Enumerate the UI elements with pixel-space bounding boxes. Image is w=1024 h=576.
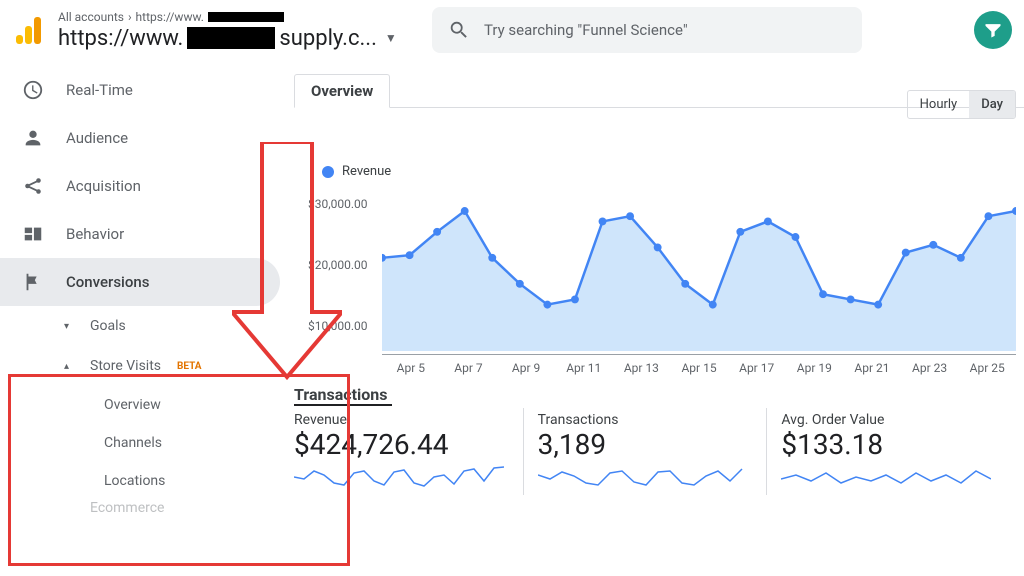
- person-icon: [22, 127, 44, 149]
- tab-label: Overview: [311, 82, 373, 100]
- chart-legend: Revenue: [322, 164, 1024, 179]
- xtick: Apr 13: [613, 361, 671, 375]
- sidebar-item-label: Real-Time: [66, 81, 133, 99]
- sidebar-sub-channels[interactable]: Channels: [0, 424, 288, 462]
- ytick: $10,000.00: [308, 319, 367, 333]
- share-icon: [22, 175, 44, 197]
- metric-label: Avg. Order Value: [781, 412, 998, 428]
- beta-badge: BETA: [177, 361, 202, 372]
- metric-avg-order[interactable]: Avg. Order Value $133.18: [781, 408, 1010, 495]
- account-prefix: https://www.: [58, 26, 183, 51]
- search-placeholder: Try searching "Funnel Science": [484, 21, 688, 39]
- sidebar-sub-ecommerce[interactable]: Ecommerce: [0, 500, 288, 516]
- sidebar-item-label: Locations: [104, 473, 165, 489]
- metric-value: $133.18: [781, 428, 998, 461]
- legend-dot-icon: [322, 166, 334, 178]
- analytics-logo: [16, 16, 44, 44]
- xtick: Apr 17: [728, 361, 786, 375]
- flag-icon: [22, 271, 44, 293]
- toggle-label: Day: [981, 97, 1003, 112]
- redacted-text: [187, 27, 275, 49]
- sparkline: [538, 461, 748, 491]
- clock-icon: [22, 79, 44, 101]
- xtick: Apr 5: [382, 361, 440, 375]
- chevron-down-icon: ▼: [385, 31, 397, 45]
- toggle-day[interactable]: Day: [969, 91, 1015, 118]
- redacted-text: [208, 12, 284, 22]
- breadcrumb: All accounts › https://www.: [58, 10, 408, 24]
- search-icon: [448, 19, 470, 41]
- sidebar-item-label: Goals: [90, 318, 126, 334]
- sidebar-item-conversions[interactable]: Conversions: [0, 258, 280, 306]
- metric-transactions[interactable]: Transactions 3,189: [538, 408, 768, 495]
- sidebar-item-acquisition[interactable]: Acquisition: [0, 162, 280, 210]
- xtick: Apr 7: [440, 361, 498, 375]
- sidebar: Real-Time Audience Acquisition Behavior …: [0, 60, 288, 576]
- sidebar-sub-overview[interactable]: Overview: [0, 386, 288, 424]
- legend-label: Revenue: [342, 164, 391, 179]
- sidebar-item-label: Ecommerce: [90, 500, 164, 516]
- metric-value: $424,726.44: [294, 428, 511, 461]
- caret-up-icon: ▴: [64, 361, 76, 372]
- ytick: $20,000.00: [308, 258, 367, 272]
- caret-down-icon: ▾: [64, 321, 76, 332]
- sidebar-item-label: Conversions: [66, 273, 149, 291]
- sidebar-item-label: Overview: [104, 397, 161, 413]
- sparkline: [781, 461, 991, 491]
- breadcrumb-prefix: All accounts: [58, 10, 124, 24]
- toggle-label: Hourly: [920, 97, 958, 112]
- chart-svg: [382, 185, 1016, 351]
- ytick: $30,000.00: [308, 197, 367, 211]
- sidebar-item-label: Audience: [66, 129, 128, 147]
- xtick: Apr 19: [785, 361, 843, 375]
- dashboard-icon: [22, 223, 44, 245]
- main-content: Overview Hourly Day Revenue $30,000.00 $…: [288, 60, 1024, 576]
- metric-revenue[interactable]: Revenue $424,726.44: [294, 408, 524, 495]
- revenue-chart[interactable]: $30,000.00 $20,000.00 $10,000.00 Apr 5Ap…: [304, 185, 1016, 375]
- account-title[interactable]: https://www. supply.c... ▼: [58, 26, 408, 51]
- metrics-row: Revenue $424,726.44 Transactions 3,189 A…: [294, 408, 1024, 495]
- sidebar-item-realtime[interactable]: Real-Time: [0, 66, 280, 114]
- metric-label: Transactions: [538, 412, 755, 428]
- breadcrumb-domain-prefix: https://www.: [136, 10, 204, 24]
- sidebar-item-label: Acquisition: [66, 177, 141, 195]
- sidebar-item-audience[interactable]: Audience: [0, 114, 280, 162]
- xtick: Apr 9: [497, 361, 555, 375]
- xtick: Apr 25: [958, 361, 1016, 375]
- header: All accounts › https://www. https://www.…: [0, 0, 1024, 60]
- section-title: Transactions: [294, 385, 392, 406]
- sidebar-item-label: Channels: [104, 435, 162, 451]
- sparkline: [294, 461, 504, 491]
- tab-overview[interactable]: Overview: [294, 74, 390, 108]
- xtick: Apr 15: [670, 361, 728, 375]
- account-selector[interactable]: All accounts › https://www. https://www.…: [58, 10, 408, 51]
- sidebar-item-label: Store Visits: [90, 358, 161, 374]
- sidebar-sub-goals[interactable]: ▾ Goals: [0, 306, 288, 346]
- xaxis-labels: Apr 5Apr 7Apr 9Apr 11Apr 13Apr 15Apr 17A…: [382, 361, 1016, 375]
- metric-value: 3,189: [538, 428, 755, 461]
- xtick: Apr 21: [843, 361, 901, 375]
- filter-icon: [983, 20, 1003, 40]
- user-avatar[interactable]: [974, 11, 1012, 49]
- metric-label: Revenue: [294, 412, 511, 428]
- sidebar-item-behavior[interactable]: Behavior: [0, 210, 280, 258]
- breadcrumb-sep: ›: [128, 10, 132, 24]
- sidebar-item-label: Behavior: [66, 225, 124, 243]
- sidebar-sub-locations[interactable]: Locations: [0, 462, 288, 500]
- sidebar-sub-store-visits[interactable]: ▴ Store Visits BETA: [0, 346, 288, 386]
- toggle-hourly[interactable]: Hourly: [908, 91, 970, 118]
- xtick: Apr 11: [555, 361, 613, 375]
- time-granularity-toggle: Hourly Day: [907, 90, 1016, 119]
- search-input[interactable]: Try searching "Funnel Science": [432, 7, 862, 53]
- account-suffix: supply.c...: [279, 26, 377, 51]
- xtick: Apr 23: [901, 361, 959, 375]
